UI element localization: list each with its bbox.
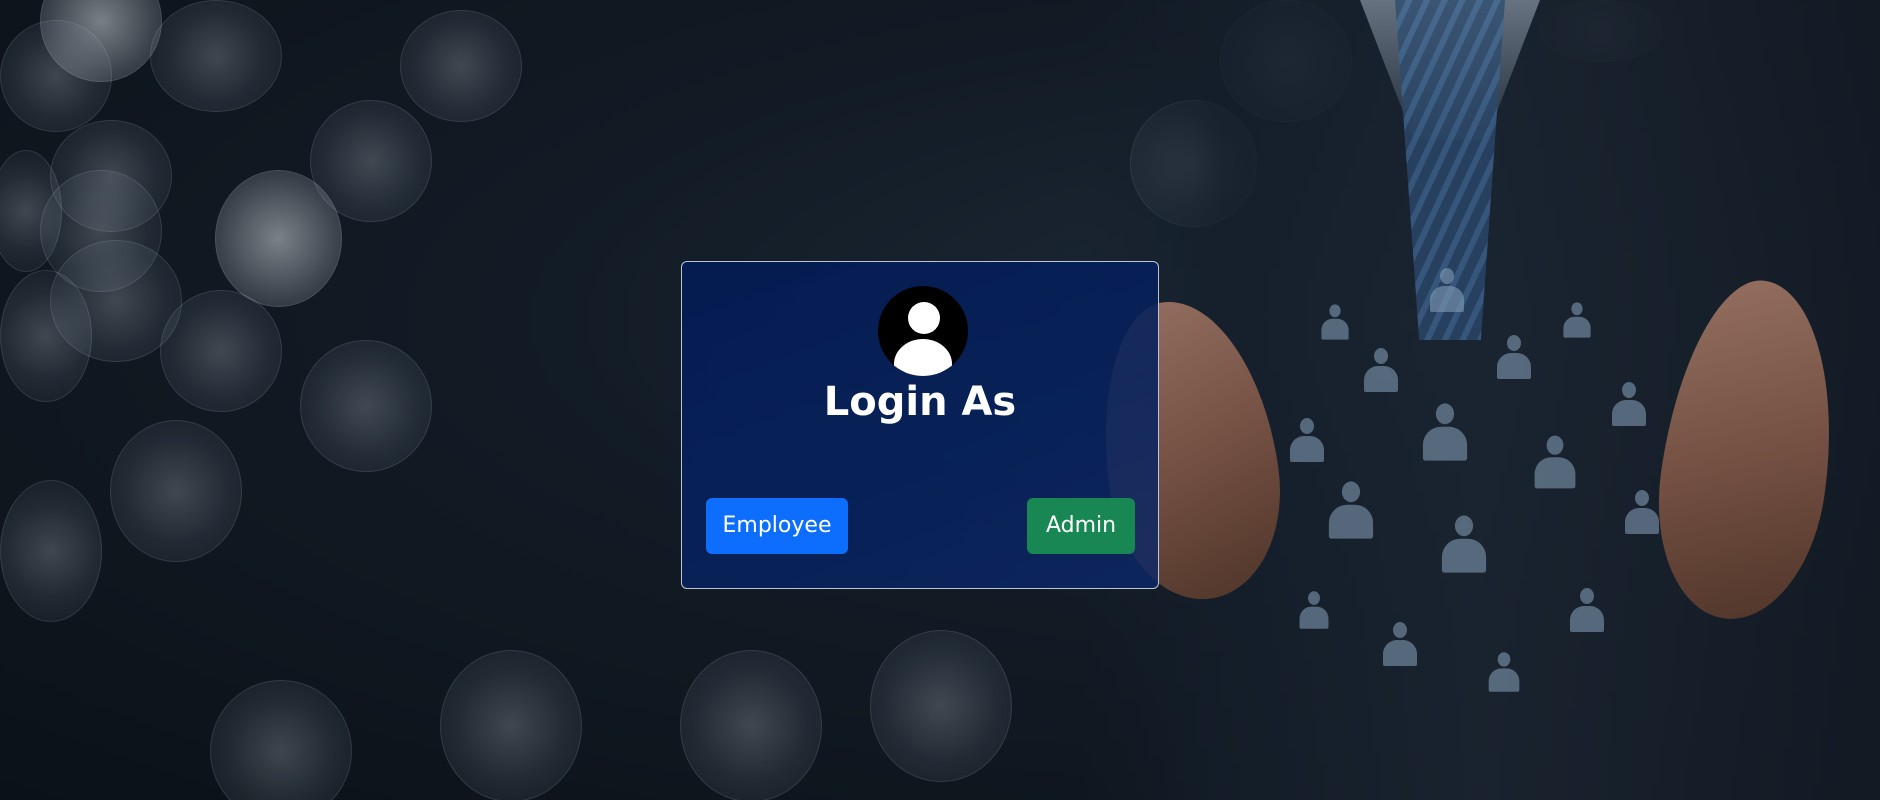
login-title: Login As [823,379,1017,425]
user-avatar-icon [878,286,968,376]
employee-login-button[interactable]: Employee [706,498,848,554]
admin-login-button[interactable]: Admin [1027,498,1135,554]
login-card: Login As Employee Admin [681,261,1159,589]
